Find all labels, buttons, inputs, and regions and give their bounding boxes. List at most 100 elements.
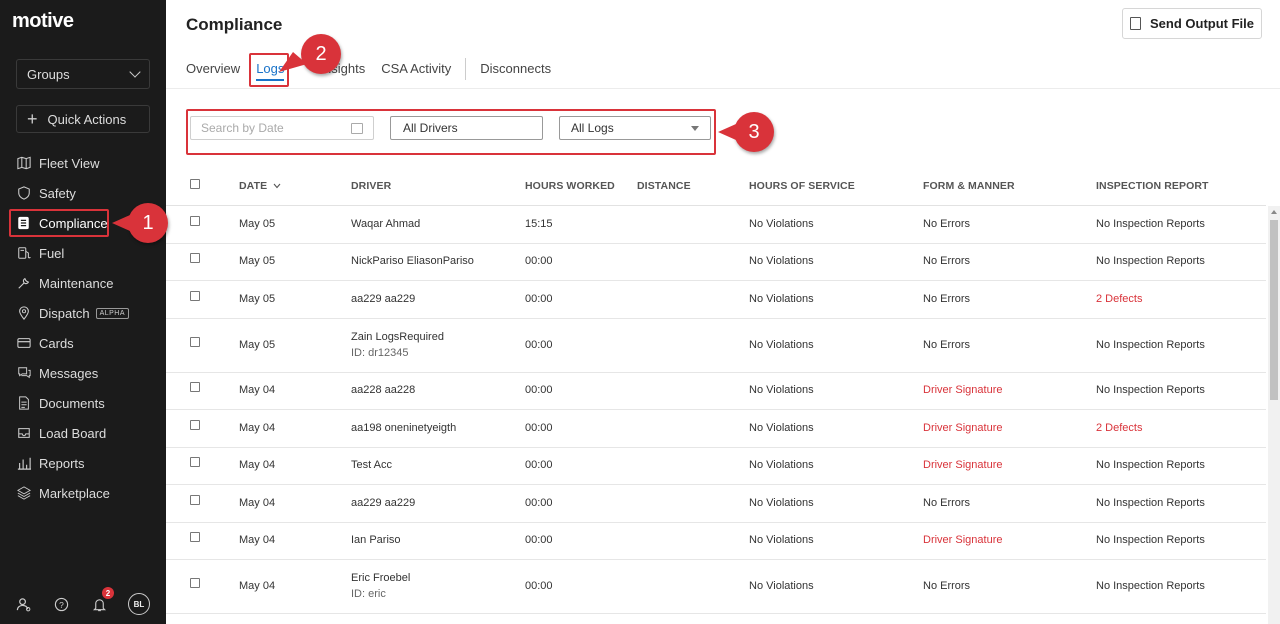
sidebar-item-label: Cards (39, 335, 74, 351)
cell-form-manner[interactable]: Driver Signature (923, 384, 1002, 396)
row-checkbox[interactable] (190, 215, 200, 226)
sidebar-item-safety[interactable]: Safety (8, 178, 158, 208)
avatar[interactable]: BL (128, 593, 150, 615)
driver-name: NickPariso EliasonPariso (351, 255, 474, 268)
tab-bar: Overview Logs Insights CSA Activity Disc… (186, 58, 567, 89)
calendar-icon[interactable] (351, 122, 363, 134)
inbox-icon (16, 426, 31, 441)
driver-name: Eric Froebel (351, 572, 411, 584)
cell-hours-worked: 00:00 (525, 534, 553, 547)
sidebar-item-marketplace[interactable]: Marketplace (8, 478, 158, 508)
table-row[interactable]: May 04 Eric Froebel ID: eric 00:00 No Violat… (166, 560, 1266, 614)
table-row[interactable]: May 05 aa229 aa229 00:00 No Violations No Er… (166, 281, 1266, 319)
cell-inspection-report: No Inspection Reports (1096, 496, 1205, 509)
cell-date: May 05 (239, 217, 276, 230)
column-date[interactable]: DATE (239, 180, 281, 192)
sidebar-item-fuel[interactable]: Fuel (8, 238, 158, 268)
row-checkbox[interactable] (190, 382, 200, 393)
sidebar-item-load-board[interactable]: Load Board (8, 418, 158, 448)
cell-driver[interactable]: aa229 aa229 (351, 497, 415, 509)
send-output-file-button[interactable]: Send Output File (1122, 8, 1262, 39)
sidebar-item-label: Load Board (39, 425, 107, 441)
cell-driver[interactable]: Zain LogsRequired ID: dr12345 (351, 331, 444, 359)
cell-hours-of-service: No Violations (749, 255, 814, 268)
table-row[interactable]: May 04 aa198 oneninetyeigth 00:00 No Violat… (166, 410, 1266, 448)
quick-actions-button[interactable]: + Quick Actions (16, 105, 150, 133)
motive-logo[interactable]: motive (12, 10, 74, 33)
tab-disconnects[interactable]: Disconnects (480, 61, 551, 81)
cell-hours-worked: 00:00 (525, 580, 553, 592)
cell-hours-of-service: No Violations (749, 292, 814, 305)
sidebar-item-reports[interactable]: Reports (8, 448, 158, 478)
cell-form-manner[interactable]: Driver Signature (923, 422, 1002, 434)
select-all-checkbox[interactable] (190, 179, 200, 189)
cell-driver[interactable]: Eric Froebel ID: eric (351, 572, 410, 600)
callout-1: 1 (112, 203, 168, 243)
driver-name: Test Acc (351, 459, 392, 472)
sidebar-nav: Fleet View Safety Compliance Fuel Maintenanc… (8, 148, 158, 508)
date-search-input[interactable]: Search by Date (190, 116, 374, 140)
table-row[interactable]: May 04 Test Acc 00:00 No Violations Driver S… (166, 448, 1266, 485)
cell-driver[interactable]: Waqar Ahmad (351, 218, 420, 230)
svg-text:?: ? (59, 599, 64, 609)
row-checkbox[interactable] (190, 457, 200, 468)
row-checkbox[interactable] (190, 532, 200, 543)
cell-hours-of-service: No Violations (749, 384, 814, 397)
cell-form-manner: No Errors (923, 338, 971, 351)
cell-driver[interactable]: Ian Pariso (351, 534, 401, 546)
cell-inspection-report[interactable]: 2 Defects (1096, 293, 1142, 305)
cell-form-manner: No Errors (923, 496, 971, 509)
row-checkbox[interactable] (190, 253, 200, 264)
callout-1-number: 1 (142, 211, 154, 234)
cell-hours-worked: 00:00 (525, 459, 553, 472)
row-checkbox[interactable] (190, 494, 200, 505)
cell-form-manner[interactable]: Driver Signature (923, 534, 1002, 546)
row-checkbox[interactable] (190, 578, 200, 588)
cell-inspection-report[interactable]: 2 Defects (1096, 422, 1142, 434)
page-title: Compliance (186, 15, 283, 34)
sidebar-item-messages[interactable]: Messages (8, 358, 158, 388)
cell-driver[interactable]: aa229 aa229 (351, 293, 415, 305)
table-row[interactable]: May 04 Ian Pariso 00:00 No Violations Driver… (166, 523, 1266, 560)
cell-form-manner[interactable]: Driver Signature (923, 459, 1002, 471)
table-row[interactable]: May 05 Zain LogsRequired ID: dr12345 00:00 N… (166, 319, 1266, 373)
logs-filter-select[interactable]: All Logs (559, 116, 711, 140)
header-divider (166, 88, 1280, 89)
user-settings-icon[interactable] (14, 595, 32, 613)
table-row[interactable]: May 05 NickPariso EliasonPariso 00:00 No Vi… (166, 244, 1266, 281)
cell-driver[interactable]: aa228 aa228 (351, 384, 415, 396)
callout-2: 2 (279, 34, 341, 74)
sidebar-item-documents[interactable]: Documents (8, 388, 158, 418)
bar-chart-icon (16, 456, 31, 471)
cell-hours-worked: 15:15 (525, 217, 553, 230)
groups-dropdown[interactable]: Groups (16, 59, 150, 89)
tab-csa-activity[interactable]: CSA Activity (381, 61, 451, 81)
table-row[interactable]: May 04 aa228 aa228 00:00 No Violations Drive… (166, 373, 1266, 410)
document-icon (1130, 17, 1141, 30)
column-date-label: DATE (239, 180, 268, 192)
row-checkbox[interactable] (190, 290, 200, 301)
drivers-filter-input[interactable]: All Drivers (390, 116, 543, 140)
scrollbar-thumb[interactable] (1270, 220, 1278, 400)
cell-date: May 04 (239, 496, 276, 509)
driver-name: aa229 aa229 (351, 496, 416, 509)
cell-date: May 05 (239, 338, 276, 351)
row-checkbox[interactable] (190, 419, 200, 430)
tab-overview[interactable]: Overview (186, 61, 240, 81)
sidebar-item-maintenance[interactable]: Maintenance (8, 268, 158, 298)
sidebar-item-fleet-view[interactable]: Fleet View (8, 148, 158, 178)
sidebar-item-cards[interactable]: Cards (8, 328, 158, 358)
cell-inspection-report: No Inspection Reports (1096, 338, 1205, 351)
scrollbar[interactable] (1268, 206, 1280, 624)
cell-driver[interactable]: Test Acc (351, 459, 392, 471)
notifications-bell-icon[interactable]: 2 (90, 587, 114, 613)
row-checkbox[interactable] (190, 336, 200, 347)
scroll-up-arrow-icon[interactable] (1271, 210, 1277, 214)
cell-driver[interactable]: aa198 oneninetyeigth (351, 422, 456, 434)
help-icon[interactable]: ? (52, 595, 70, 613)
table-row[interactable]: May 04 aa229 aa229 00:00 No Violations No Er… (166, 485, 1266, 523)
cell-driver[interactable]: NickPariso EliasonPariso (351, 255, 474, 267)
sidebar-item-dispatch[interactable]: Dispatch ALPHA (8, 298, 158, 328)
cell-hours-worked: 00:00 (525, 496, 553, 509)
table-row[interactable]: May 05 Waqar Ahmad 15:15 No Violations No Er… (166, 206, 1266, 244)
